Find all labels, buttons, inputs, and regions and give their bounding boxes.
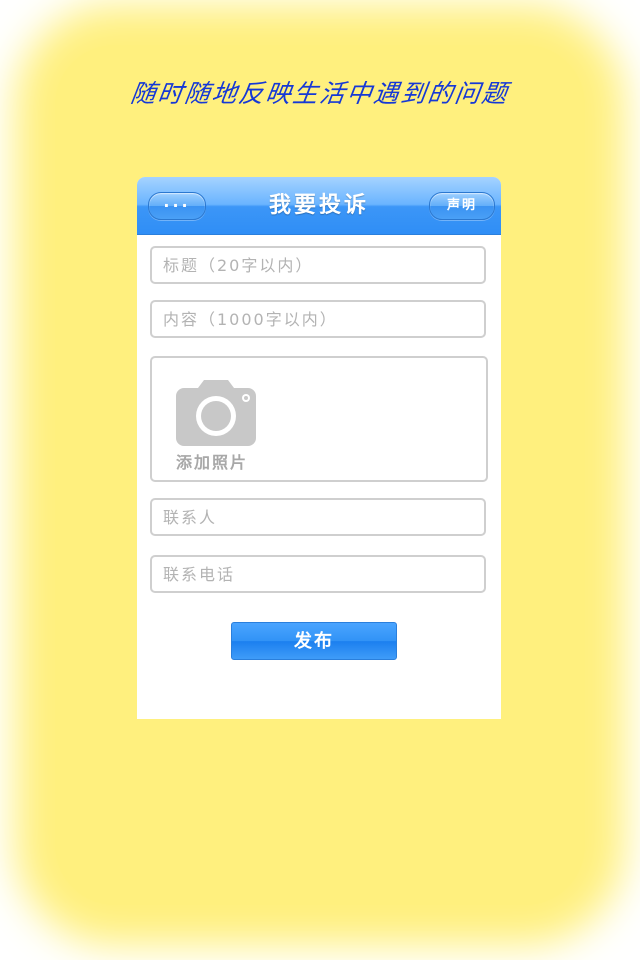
contact-input[interactable] (152, 500, 473, 534)
statement-button[interactable]: 声明 (429, 192, 495, 220)
slogan-text: 随时随地反映生活中遇到的问题 (128, 79, 511, 108)
add-photo-button[interactable]: 添加照片 (176, 378, 266, 473)
phone-input[interactable] (152, 557, 473, 591)
navbar: 我要投诉 ··· 声明 (137, 177, 501, 235)
contact-field[interactable] (150, 498, 486, 536)
title-field[interactable] (150, 246, 486, 284)
add-photo-label: 添加照片 (176, 453, 249, 472)
camera-icon (176, 380, 256, 446)
submit-button[interactable]: 发布 (231, 622, 397, 660)
more-dots-icon: ··· (163, 196, 191, 215)
more-button[interactable]: ··· (148, 192, 206, 220)
title-input[interactable] (152, 248, 473, 282)
photo-area: 添加照片 (150, 356, 488, 482)
content-field[interactable] (150, 300, 486, 338)
phone-field[interactable] (150, 555, 486, 593)
content-input[interactable] (152, 302, 473, 336)
complaint-screen: 我要投诉 ··· 声明 添加照片 发布 (137, 177, 501, 719)
